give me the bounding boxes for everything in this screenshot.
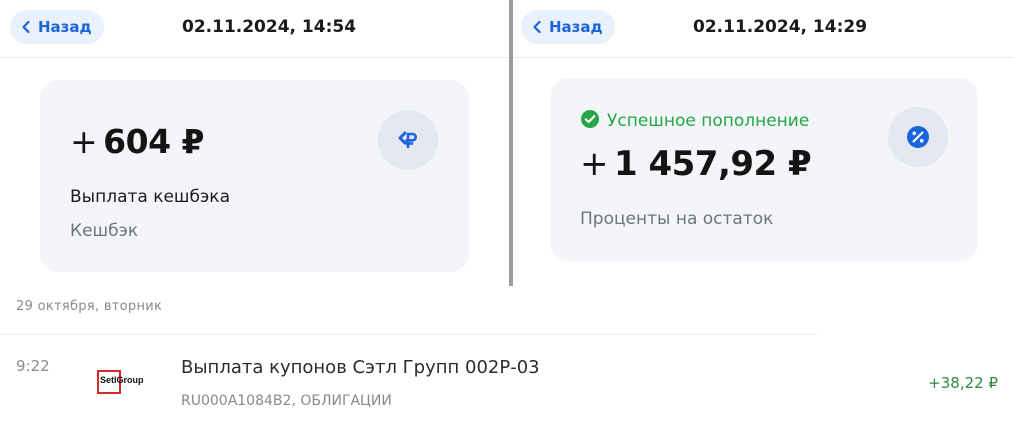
top-bar: Назад 02.11.2024, 14:54 <box>0 0 509 58</box>
back-button-label: Назад <box>38 18 92 36</box>
transaction-amount: +38,22 ₽ <box>928 374 998 392</box>
cashback-receipt-pane: Назад 02.11.2024, 14:54 +604 ₽ Выплата к… <box>0 0 509 286</box>
chevron-left-icon <box>20 17 34 37</box>
transaction-title: Выплата купонов Сэтл Групп 002Р-03 <box>181 357 540 378</box>
operation-category: Кешбэк <box>70 221 139 241</box>
operation-amount: +604 ₽ <box>70 122 204 161</box>
status-badge: Успешное пополнение <box>580 109 809 133</box>
amount-value: 604 ₽ <box>103 122 204 161</box>
top-bar: Назад 02.11.2024, 14:29 <box>513 0 1013 58</box>
operation-card: Успешное пополнение +1 457,92 ₽ Проценты… <box>550 78 978 261</box>
list-divider <box>0 334 818 335</box>
transaction-time: 9:22 <box>16 357 50 375</box>
interest-receipt-pane: Назад 02.11.2024, 14:29 Успешное пополне… <box>513 0 1013 286</box>
check-circle-icon <box>580 109 600 133</box>
receipt-datetime: 02.11.2024, 14:54 <box>182 17 357 37</box>
logo-text: SetlGroup <box>100 375 144 385</box>
percent-icon <box>888 107 948 167</box>
back-button[interactable]: Назад <box>10 10 104 44</box>
status-text: Успешное пополнение <box>607 111 810 131</box>
amount-sign: + <box>70 122 98 161</box>
issuer-logo: SetlGroup <box>97 370 152 394</box>
date-group-header: 29 октября, вторник <box>16 299 163 314</box>
chevron-left-icon <box>531 17 545 37</box>
amount-value: 1 457,92 ₽ <box>614 144 812 184</box>
amount-sign: + <box>580 144 609 184</box>
back-button[interactable]: Назад <box>521 10 615 44</box>
back-button-label: Назад <box>549 18 603 36</box>
operation-description: Выплата кешбэка <box>70 187 230 207</box>
transaction-subtitle: RU000A1084B2, ОБЛИГАЦИИ <box>181 393 392 409</box>
operation-description: Проценты на остаток <box>580 209 774 229</box>
cashback-ruble-icon <box>378 110 438 170</box>
operation-amount: +1 457,92 ₽ <box>580 144 812 184</box>
operation-card: +604 ₽ Выплата кешбэка Кешбэк <box>40 80 469 272</box>
receipt-datetime: 02.11.2024, 14:29 <box>693 17 868 37</box>
